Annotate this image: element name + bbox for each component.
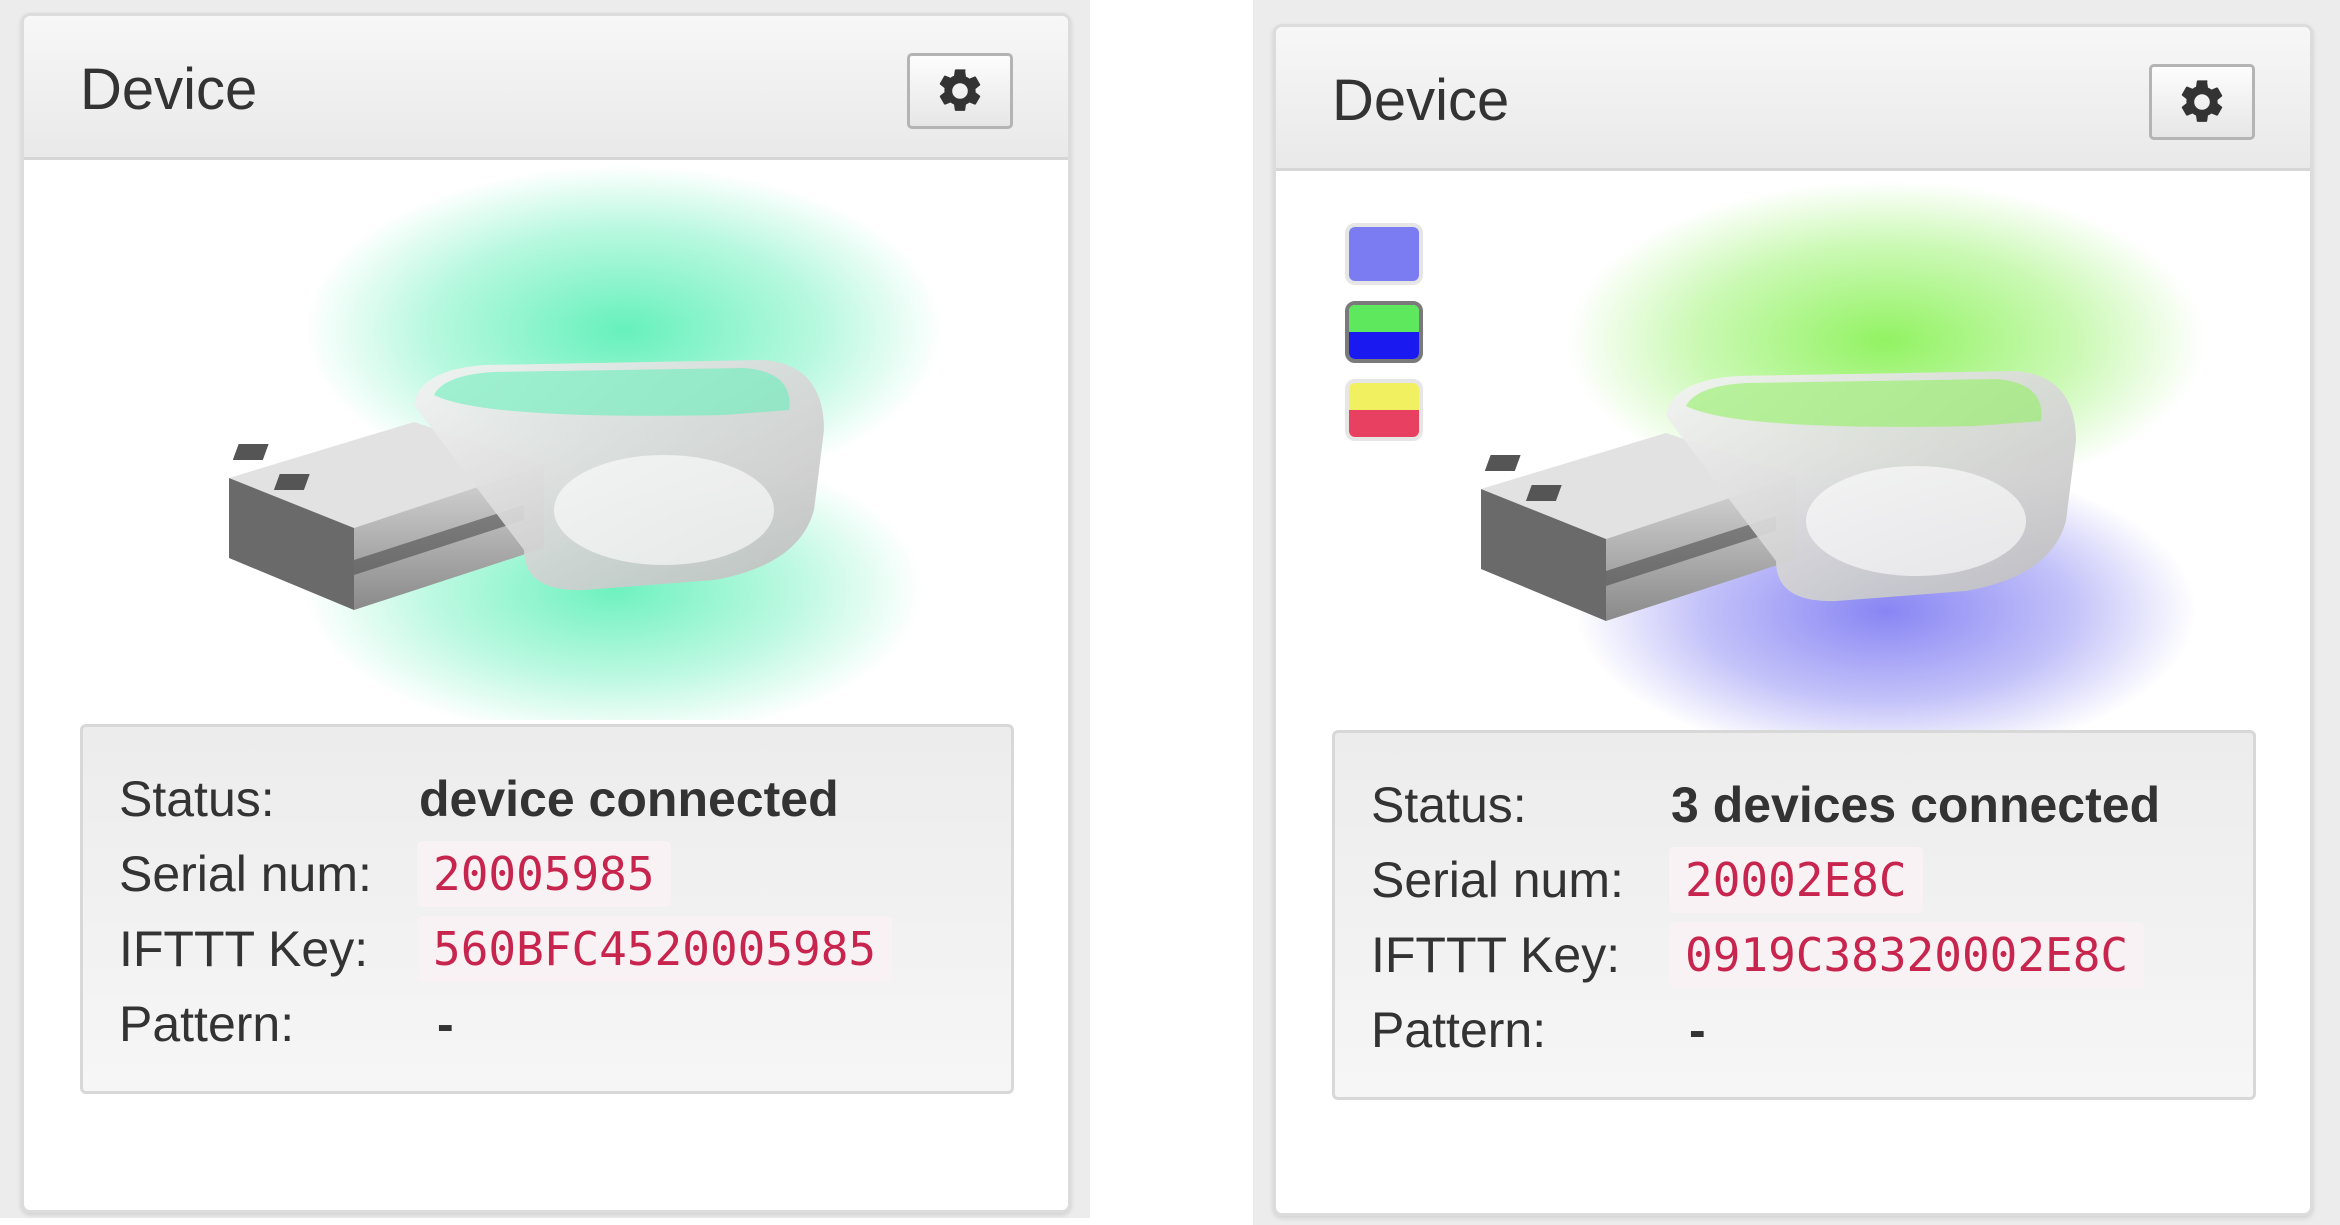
gear-icon <box>939 69 981 111</box>
serial-row: Serial num: 20005985 <box>119 841 671 907</box>
serial-row: Serial num: 20002E8C <box>1371 847 1923 913</box>
serial-label: Serial num: <box>1371 852 1624 908</box>
ifttt-row: IFTTT Key: 560BFC4520005985 <box>119 916 893 982</box>
serial-value: 20002E8C <box>1669 847 1923 913</box>
pattern-label: Pattern: <box>119 996 295 1052</box>
status-label: Status: <box>1371 777 1527 833</box>
device-color-swatch-3[interactable] <box>1345 379 1423 441</box>
pattern-value: - <box>1689 1002 1706 1058</box>
ifttt-key-value: 560BFC4520005985 <box>417 916 893 982</box>
status-row: Status: device connected <box>119 767 839 831</box>
device-info-box: Status: device connected Serial num: 200… <box>80 724 1014 1094</box>
ifttt-label: IFTTT Key: <box>119 921 369 977</box>
gear-icon <box>2181 80 2223 122</box>
pattern-row: Pattern: - <box>1371 998 1706 1062</box>
usb-device-image <box>229 165 944 720</box>
ifttt-label: IFTTT Key: <box>1371 927 1621 983</box>
status-value: device connected <box>419 771 839 827</box>
status-label: Status: <box>119 771 275 827</box>
settings-button[interactable] <box>907 53 1013 129</box>
panel-header: Device <box>24 16 1068 160</box>
pattern-row: Pattern: - <box>119 992 454 1056</box>
pattern-label: Pattern: <box>1371 1002 1547 1058</box>
device-info-box: Status: 3 devices connected Serial num: … <box>1332 730 2256 1100</box>
settings-button[interactable] <box>2149 64 2255 140</box>
device-color-swatch-1[interactable] <box>1345 223 1423 285</box>
usb-device-image <box>1481 181 2206 731</box>
panel-title: Device <box>80 57 258 122</box>
panel-title: Device <box>1332 68 1510 133</box>
status-value: 3 devices connected <box>1671 777 2161 833</box>
device-illustration <box>1276 171 2310 731</box>
ifttt-key-value: 0919C38320002E8C <box>1669 922 2145 988</box>
serial-label: Serial num: <box>119 846 372 902</box>
device-color-swatch-2[interactable] <box>1345 301 1423 363</box>
device-panel: Device <box>21 13 1071 1213</box>
device-panel: Device <box>1273 24 2313 1216</box>
ifttt-row: IFTTT Key: 0919C38320002E8C <box>1371 922 2145 988</box>
panel-header: Device <box>1276 27 2310 171</box>
pattern-value: - <box>437 996 454 1052</box>
status-row: Status: 3 devices connected <box>1371 773 2160 837</box>
serial-value: 20005985 <box>417 841 671 907</box>
device-illustration <box>24 160 1068 720</box>
